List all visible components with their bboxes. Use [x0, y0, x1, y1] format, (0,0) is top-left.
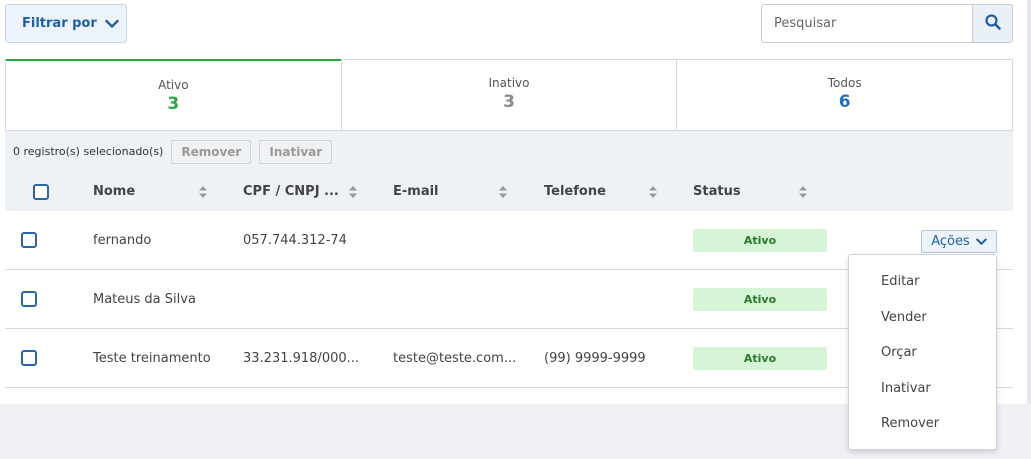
cell-email: teste@teste.com... [393, 350, 517, 366]
select-all-checkbox[interactable] [33, 183, 49, 200]
tab-count: 3 [167, 94, 180, 114]
tab-ativo[interactable]: Ativo 3 [6, 59, 341, 130]
sort-icon[interactable] [648, 185, 658, 203]
tab-todos[interactable]: Todos 6 [676, 60, 1012, 130]
column-header-nome[interactable]: Nome [93, 172, 135, 211]
column-header-telefone[interactable]: Telefone [544, 172, 606, 211]
actions-label: Ações [931, 234, 970, 249]
status-badge: Ativo [693, 347, 827, 370]
tab-label: Todos [827, 76, 862, 90]
status-badge: Ativo [693, 229, 827, 252]
bulk-remove-button[interactable]: Remover [171, 139, 252, 164]
sort-icon[interactable] [498, 185, 508, 203]
selected-count-text: 0 registro(s) selecionado(s) [13, 145, 164, 158]
table-header: Nome CPF / CNPJ ... E-mail Telefone Stat… [5, 172, 1013, 211]
row-checkbox-cell [21, 270, 37, 328]
search-button[interactable] [972, 4, 1013, 43]
cell-cpf-cnpj: 33.231.918/000... [243, 350, 360, 366]
column-header-email[interactable]: E-mail [393, 172, 439, 211]
cell-nome: Teste treinamento [93, 350, 211, 366]
menu-item-editar[interactable]: Editar [849, 264, 996, 300]
row-checkbox[interactable] [21, 291, 37, 307]
menu-item-vender[interactable]: Vender [849, 300, 996, 336]
tab-count: 3 [503, 92, 515, 112]
sort-icon[interactable] [348, 185, 358, 203]
actions-dropdown-button[interactable]: Ações [921, 230, 997, 253]
cell-nome: Mateus da Silva [93, 291, 196, 307]
bulk-deactivate-button[interactable]: Inativar [259, 139, 333, 164]
cell-nome: fernando [93, 232, 152, 248]
row-checkbox[interactable] [21, 232, 37, 248]
tab-label: Ativo [158, 78, 189, 92]
row-checkbox-cell [21, 329, 37, 387]
chevron-down-icon [975, 238, 987, 246]
search-icon [984, 13, 1001, 34]
sort-icon[interactable] [198, 185, 208, 203]
status-badge: Ativo [693, 288, 827, 311]
bulk-actions-bar: 0 registro(s) selecionado(s) Remover Ina… [5, 131, 1013, 172]
filter-label: Filtrar por [22, 16, 97, 31]
menu-item-inativar[interactable]: Inativar [849, 371, 996, 407]
row-checkbox[interactable] [21, 350, 37, 366]
tab-count: 6 [838, 92, 851, 112]
chevron-down-icon [105, 19, 119, 29]
menu-item-remover[interactable]: Remover [849, 406, 996, 442]
search-input[interactable] [761, 4, 973, 43]
column-header-cpf-cnpj[interactable]: CPF / CNPJ ... [243, 172, 339, 211]
scrollbar-track[interactable] [1027, 0, 1031, 404]
column-header-status[interactable]: Status [693, 172, 741, 211]
menu-item-orcar[interactable]: Orçar [849, 335, 996, 371]
cell-cpf-cnpj: 057.744.312-74 [243, 232, 347, 248]
select-all-cell [33, 172, 49, 211]
status-tabs: Ativo 3 Inativo 3 Todos 6 [5, 59, 1013, 131]
cell-telefone: (99) 9999-9999 [544, 350, 646, 366]
filter-by-button[interactable]: Filtrar por [5, 4, 127, 43]
tab-label: Inativo [488, 76, 530, 90]
tab-inativo[interactable]: Inativo 3 [340, 60, 677, 130]
actions-menu: Editar Vender Orçar Inativar Remover [848, 254, 997, 450]
sort-icon[interactable] [798, 185, 808, 203]
row-checkbox-cell [21, 211, 37, 269]
